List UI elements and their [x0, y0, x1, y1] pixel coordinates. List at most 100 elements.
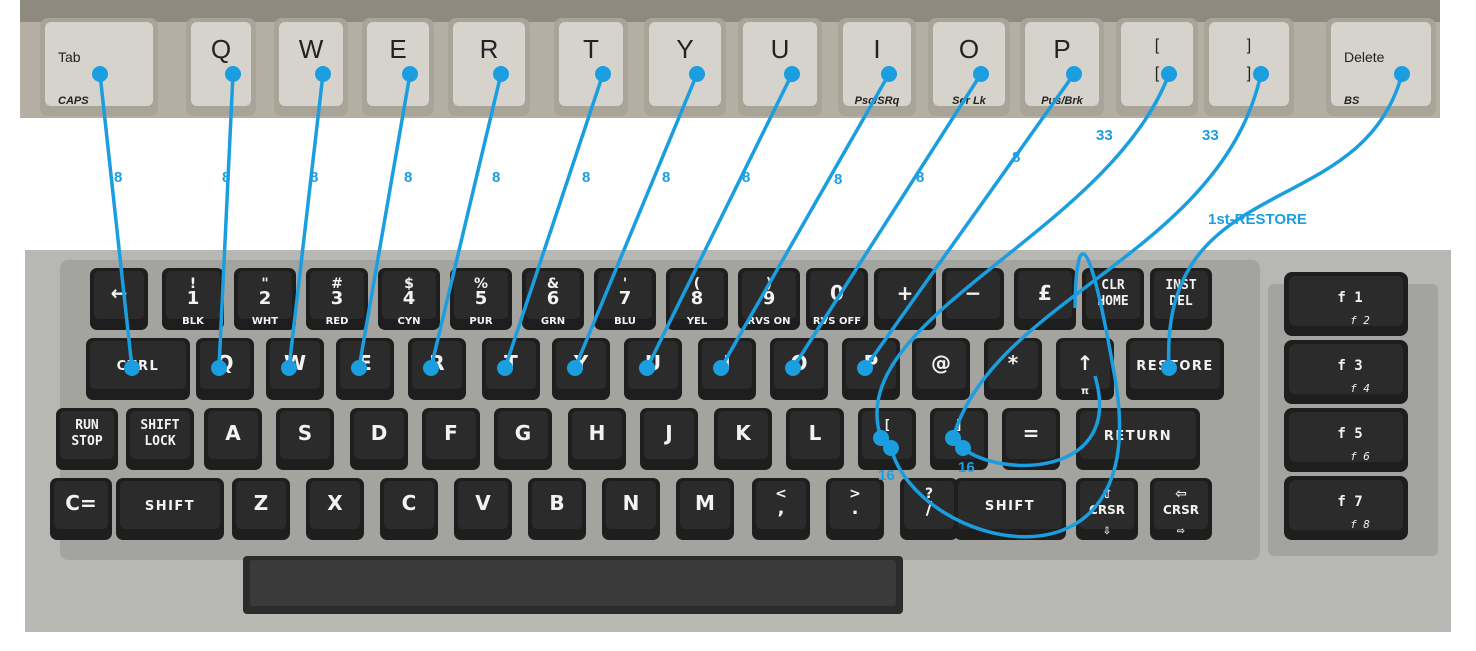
- pc-key-o: O Scr Lk: [928, 18, 1010, 116]
- keyboard-mapping-diagram: Tab CAPS Q W E R T Y U I Psc/SRq O Scr Lk P Pus/Brk [[↑…: [0, 0, 1476, 651]
- c64-key-b: B: [528, 478, 586, 540]
- mapping-label: 8: [582, 169, 590, 186]
- diagram-canvas: Tab CAPS Q W E R T Y U IPsc/SRq O Scr Lk P Pus/Brk [[↑…: [20, 0, 1451, 632]
- c64-key-legend: £: [1038, 281, 1052, 305]
- c64-space-bar-top: [250, 560, 896, 606]
- mapping-dot-c64: [211, 360, 227, 376]
- mapping-dot-c64: [124, 360, 140, 376]
- c64-key-legend: 6: [547, 288, 560, 309]
- c64-key-g: G: [494, 408, 552, 470]
- c64-key-legend: X: [327, 491, 343, 515]
- c64-key-shift-legend: ⇦: [1175, 486, 1187, 502]
- c64-key-legend: C=: [65, 491, 96, 515]
- c64-keyboard: ← !1BLK"2WHT#3RED$4CYN%5PUR&6GRN'7BLU(8YE…: [25, 250, 1451, 632]
- pc-key-sublegend: Pus/Brk: [1041, 95, 1083, 107]
- pc-key-legend: U: [771, 34, 790, 64]
- mapping-dot-c64: [423, 360, 439, 376]
- c64-key-legend: S: [298, 421, 312, 445]
- mapping-dot-pc: [1066, 66, 1082, 82]
- c64-fkey-legend: f 5: [1337, 426, 1362, 442]
- mapping-label: 16: [958, 459, 975, 476]
- mapping-label: 8: [114, 169, 122, 186]
- c64-key-legend: CRSR: [1163, 503, 1199, 517]
- mapping-label: 8: [310, 169, 318, 186]
- c64-key-sublegend: PUR: [469, 316, 492, 327]
- c64-key-legend: J: [663, 421, 672, 445]
- c64-key-5: %5PUR: [450, 268, 512, 330]
- pc-key-legend: Q: [211, 34, 231, 64]
- mapping-label: 8: [662, 169, 670, 186]
- pc-key-i: IPsc/SRq: [838, 18, 916, 116]
- c64-key-legend: SHIFT: [145, 499, 195, 514]
- c64-key-sublegend: ⇨: [1177, 526, 1185, 537]
- c64-key-sublegend: CYN: [398, 316, 421, 327]
- pc-key-legend: [: [1155, 37, 1160, 54]
- c64-key-1: !1BLK: [162, 268, 224, 330]
- c64-key-legend: H: [589, 421, 606, 445]
- c64-key-8: (8YEL: [666, 268, 728, 330]
- c64-fkey-sublegend: f 6: [1350, 450, 1370, 463]
- c64-key-legend: C: [402, 491, 417, 515]
- c64-key-crsr: ⇦CRSR ⇨: [1150, 478, 1212, 540]
- c64-key-sublegend: π: [1081, 386, 1089, 397]
- c64-key-legend: CLR: [1101, 278, 1125, 293]
- c64-key-z: Z: [232, 478, 290, 540]
- c64-key-sublegend: BLU: [614, 316, 636, 327]
- pc-key-sublegend: BS: [1344, 95, 1360, 107]
- c64-key-n: N: [602, 478, 660, 540]
- pc-key-legend: Delete: [1344, 49, 1385, 65]
- pc-key-w: W: [274, 18, 348, 116]
- c64-key-inst-del: INSTDEL: [1150, 268, 1212, 330]
- pc-key-legend: O: [959, 34, 979, 64]
- pc-key-sym: ]]: [1204, 18, 1294, 116]
- mapping-label: 8: [492, 169, 500, 186]
- mapping-dot-pc: [315, 66, 331, 82]
- c64-key-4: $4CYN: [378, 268, 440, 330]
- mapping-dot-pc: [1394, 66, 1410, 82]
- c64-key-legend: D: [371, 421, 388, 445]
- c64-fkey-f-3: f 3 f 4: [1284, 340, 1408, 404]
- c64-key-sym: <,: [752, 478, 810, 540]
- mapping-label: 8: [404, 169, 412, 186]
- c64-key-sym: ?/: [900, 478, 958, 540]
- c64-key-legend: A: [225, 421, 241, 445]
- c64-key-legend: 7: [619, 288, 632, 309]
- pc-key-legend: Tab: [58, 49, 81, 65]
- c64-key-legend: RUN: [75, 418, 99, 433]
- c64-key-legend: V: [475, 491, 491, 515]
- c64-key-l: L: [786, 408, 844, 470]
- c64-key-j: J: [640, 408, 698, 470]
- c64-key-legend: ,: [778, 498, 785, 519]
- pc-key-legend: T: [583, 34, 599, 64]
- mapping-dot-c64: [713, 360, 729, 376]
- c64-key-sym: +: [874, 268, 936, 330]
- c64-key-legend: F: [444, 421, 458, 445]
- c64-key-s: S: [276, 408, 334, 470]
- c64-key-clr-home: CLRHOME: [1082, 268, 1144, 330]
- c64-key-3: #3RED: [306, 268, 368, 330]
- pc-key-legend: R: [480, 34, 499, 64]
- mapping-label: 33: [1096, 127, 1113, 144]
- pc-key-r: R: [448, 18, 530, 116]
- pc-key-sublegend: CAPS: [58, 95, 89, 107]
- mapping-dot-c64: [785, 360, 801, 376]
- mapping-dot-c64: [955, 440, 971, 456]
- c64-key-legend: K: [735, 421, 752, 445]
- mapping-dot-c64: [639, 360, 655, 376]
- c64-key-legend: B: [549, 491, 564, 515]
- c64-key-sublegend: GRN: [541, 316, 565, 327]
- mapping-dot-pc: [881, 66, 897, 82]
- c64-key-legend: 1: [187, 288, 200, 309]
- mapping-dot-c64: [567, 360, 583, 376]
- c64-key-legend: G: [515, 421, 531, 445]
- c64-key-sym: ↑π: [1056, 338, 1114, 400]
- c64-key-legend: SHIFT: [985, 499, 1035, 514]
- c64-key-legend: 8: [691, 288, 704, 309]
- pc-key-legend: Y: [676, 34, 693, 64]
- pc-key-legend-lower: [: [1155, 65, 1160, 82]
- mapping-label: 8: [834, 171, 842, 188]
- c64-key-c: C: [380, 478, 438, 540]
- c64-key-legend: ↑: [1077, 351, 1094, 375]
- pc-key-top: [1121, 22, 1193, 106]
- c64-key-legend-lower: LOCK: [144, 434, 175, 449]
